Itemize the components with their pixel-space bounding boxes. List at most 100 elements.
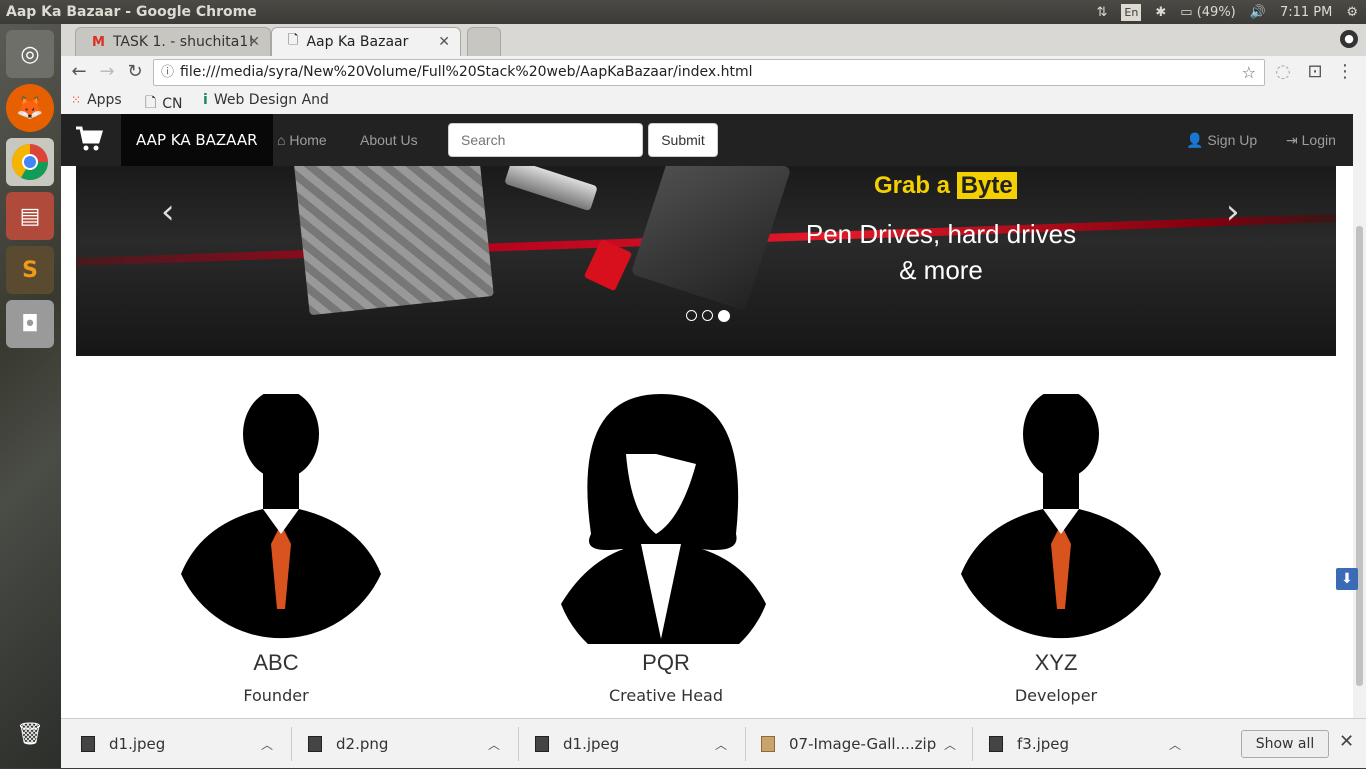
nav-home[interactable]: ⌂ Home: [277, 114, 327, 166]
extension-icon-2[interactable]: ⊡: [1303, 60, 1327, 84]
login-icon: ⇥: [1286, 132, 1298, 148]
info-icon[interactable]: ⓘ: [161, 60, 174, 85]
volume-icon[interactable]: 🔊: [1250, 5, 1266, 20]
submit-button[interactable]: Submit: [648, 123, 718, 157]
bluetooth-icon[interactable]: ✱: [1155, 5, 1166, 20]
member-name: XYZ: [1034, 650, 1078, 675]
carousel-dot-active[interactable]: [718, 310, 730, 322]
download-filename: d2.png: [336, 735, 389, 753]
download-item[interactable]: 07-Image-Gall....zip ︿: [761, 719, 961, 769]
chrome-icon[interactable]: [6, 138, 54, 186]
nav-home-label: Home: [289, 132, 327, 148]
network-icon[interactable]: ⇅: [1096, 5, 1107, 20]
close-tab-icon[interactable]: ✕: [248, 34, 260, 50]
carousel-next-icon[interactable]: ›: [1226, 192, 1240, 232]
nav-login-label: Login: [1301, 132, 1336, 148]
member-role: Founder: [243, 686, 309, 705]
chevron-up-icon[interactable]: ︿: [1169, 736, 1181, 753]
ubuntu-dash-icon[interactable]: ◎: [6, 30, 54, 78]
url-text: file:///media/syra/New%20Volume/Full%20S…: [180, 64, 753, 80]
clock[interactable]: 7:11 PM: [1280, 5, 1332, 20]
cart-icon[interactable]: [75, 126, 105, 154]
settings-gear-icon[interactable]: ⚙: [1346, 5, 1358, 20]
sublime-text-icon[interactable]: S: [6, 246, 54, 294]
window-title: Aap Ka Bazaar - Google Chrome: [6, 4, 257, 20]
zip-file-icon: [761, 736, 775, 752]
forward-button[interactable]: →: [95, 60, 119, 84]
site-navbar: AAP KA BAZAAR ⌂ Home About Us Submit 👤 S…: [61, 114, 1353, 166]
back-button[interactable]: ←: [67, 60, 91, 84]
gmail-icon: M: [92, 34, 105, 50]
page-viewport: AAP KA BAZAAR ⌂ Home About Us Submit 👤 S…: [61, 114, 1353, 718]
download-shelf: d1.jpeg ︿ d2.png ︿ d1.jpeg ︿ 07-Image-Ga…: [61, 718, 1366, 768]
chevron-up-icon[interactable]: ︿: [488, 736, 500, 753]
bookmarks-bar: ⁙ Apps 🗋 CN i Web Design And: [61, 88, 1366, 114]
profile-icon[interactable]: ●: [1340, 30, 1358, 48]
tab-aap-ka-bazaar[interactable]: 🗋 Aap Ka Bazaar ✕: [271, 27, 461, 56]
tab-gmail[interactable]: M TASK 1. - shuchita1! ✕: [75, 27, 271, 56]
download-item[interactable]: f3.jpeg ︿: [989, 719, 1189, 769]
usb-drive-image: [504, 166, 598, 212]
file-icon: [989, 736, 1003, 752]
grab-text: Grab a: [874, 172, 951, 199]
bookmark-apps[interactable]: ⁙ Apps: [71, 92, 122, 108]
unity-launcher: ◎ 🦊 ▤ S ◘ 🗑: [0, 24, 61, 768]
nav-sign-up[interactable]: 👤 Sign Up: [1186, 114, 1257, 166]
member-role: Developer: [1014, 686, 1098, 705]
site-brand[interactable]: AAP KA BAZAAR: [121, 114, 273, 166]
chevron-up-icon[interactable]: ︿: [715, 736, 727, 753]
home-icon: ⌂: [277, 132, 286, 148]
download-filename: 07-Image-Gall....zip: [789, 735, 937, 753]
download-item[interactable]: d1.jpeg ︿: [535, 719, 735, 769]
download-item[interactable]: d2.png ︿: [308, 719, 508, 769]
scrollbar-thumb[interactable]: [1356, 226, 1363, 686]
carousel-dot[interactable]: [702, 310, 713, 321]
nav-login[interactable]: ⇥ Login: [1286, 114, 1336, 166]
bookmark-web-design[interactable]: i Web Design And: [203, 92, 329, 108]
bookmark-star-icon[interactable]: ☆: [1242, 60, 1256, 85]
disk-drive-icon[interactable]: ◘: [6, 300, 54, 348]
new-tab-button[interactable]: [467, 27, 501, 56]
promo-line-1: Pen Drives, hard drives: [805, 219, 1077, 249]
file-icon: [81, 736, 95, 752]
tab-strip: M TASK 1. - shuchita1! ✕ 🗋 Aap Ka Bazaar…: [61, 24, 1366, 56]
chrome-logo: [11, 144, 49, 181]
trash-icon[interactable]: 🗑: [6, 710, 54, 758]
close-icon[interactable]: ✕: [1339, 731, 1354, 752]
chevron-up-icon[interactable]: ︿: [261, 736, 273, 753]
firefox-icon[interactable]: 🦊: [6, 84, 54, 132]
nav-about-us[interactable]: About Us: [360, 114, 418, 166]
keyboard-layout[interactable]: En: [1121, 3, 1142, 21]
carousel-prev-icon[interactable]: ‹: [161, 192, 175, 232]
close-tab-icon[interactable]: ✕: [438, 34, 450, 50]
download-item[interactable]: d1.jpeg ︿: [81, 719, 281, 769]
battery-indicator[interactable]: ▭ (49%): [1180, 5, 1235, 20]
show-all-button[interactable]: Show all: [1241, 730, 1329, 758]
divider: [745, 727, 746, 761]
carousel-indicators: [686, 310, 730, 322]
user-plus-icon: 👤: [1186, 132, 1204, 148]
bookmark-cn[interactable]: 🗋 CN: [145, 92, 183, 116]
avatar-xyz: [961, 394, 1161, 639]
extension-icon[interactable]: ◌: [1271, 60, 1295, 84]
download-filename: d1.jpeg: [563, 735, 620, 753]
chevron-up-icon[interactable]: ︿: [944, 736, 956, 753]
avatar-pqr: [561, 394, 766, 644]
nav-sign-up-label: Sign Up: [1207, 132, 1258, 148]
menu-icon[interactable]: ⋮: [1333, 60, 1357, 84]
page-scrollbar[interactable]: [1353, 114, 1366, 718]
file-icon: [535, 736, 549, 752]
search-input[interactable]: [448, 123, 643, 157]
reload-button[interactable]: ↻: [123, 60, 147, 84]
address-bar[interactable]: ⓘ file:///media/syra/New%20Volume/Full%2…: [153, 59, 1265, 86]
os-top-bar: Aap Ka Bazaar - Google Chrome ⇅ En ✱ ▭ (…: [0, 0, 1366, 24]
bookmark-label: Web Design And: [213, 92, 329, 108]
file-icon: [308, 736, 322, 752]
tab-label: Aap Ka Bazaar: [306, 34, 409, 50]
divider: [291, 727, 292, 761]
battery-percent: (49%): [1196, 4, 1236, 20]
member-role: Creative Head: [609, 686, 723, 705]
carousel-dot[interactable]: [686, 310, 697, 321]
download-arrow-icon[interactable]: ⬇: [1336, 568, 1358, 590]
file-manager-icon[interactable]: ▤: [6, 192, 54, 240]
